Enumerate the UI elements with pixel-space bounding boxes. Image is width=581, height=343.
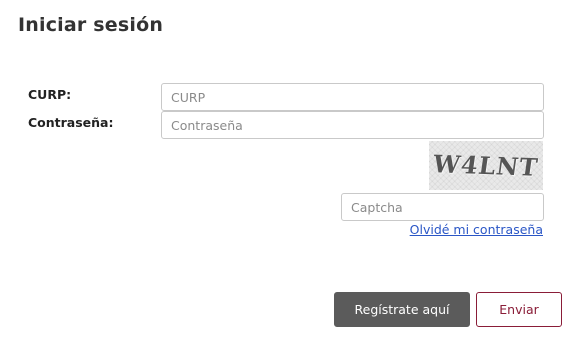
forgot-password-link[interactable]: Olvidé mi contraseña — [410, 222, 543, 237]
curp-label: CURP: — [28, 87, 72, 102]
captcha-text: W4LNT — [431, 149, 541, 182]
submit-button-label: Enviar — [499, 302, 539, 317]
register-button-label: Regístrate aquí — [354, 302, 450, 317]
submit-button[interactable]: Enviar — [476, 292, 562, 327]
curp-input[interactable] — [161, 83, 544, 111]
captcha-input[interactable] — [341, 193, 544, 221]
register-button[interactable]: Regístrate aquí — [334, 292, 470, 327]
password-input[interactable] — [161, 111, 544, 139]
captcha-image: W4LNT — [429, 141, 543, 190]
password-label: Contraseña: — [28, 115, 114, 130]
page-title: Iniciar sesión — [18, 14, 164, 36]
